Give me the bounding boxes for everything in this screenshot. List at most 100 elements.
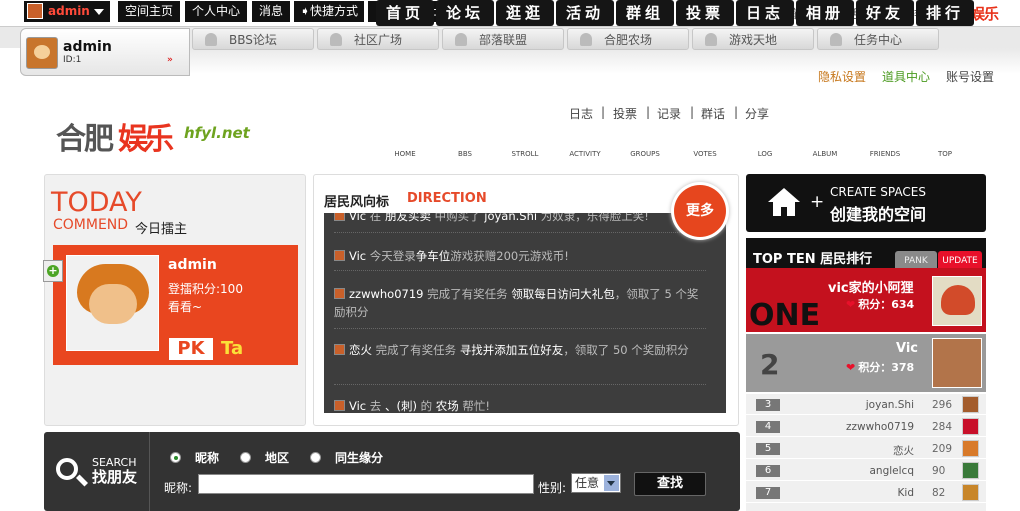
tab-farm[interactable]: 合肥农场 — [567, 28, 689, 50]
shortcuts-label: 快捷方式 — [310, 4, 359, 18]
feed-text: 今天登录 — [366, 249, 416, 263]
rank-second[interactable]: 2 Vic ❤ 积分：378 — [746, 334, 986, 392]
champion-avatar[interactable] — [66, 255, 159, 351]
tab-label: BBS论坛 — [229, 33, 277, 47]
nav-album[interactable]: 相册 — [796, 0, 854, 26]
props-center-link[interactable]: 道具中心 — [882, 68, 930, 85]
radio-fate[interactable]: 同生缘分 — [310, 449, 383, 466]
tab-bbs[interactable]: BBS论坛 — [192, 28, 314, 50]
feed-user[interactable]: Vic — [349, 213, 366, 223]
rank-second-name[interactable]: Vic — [896, 341, 918, 356]
user-box[interactable]: admin ID:1 » — [20, 28, 190, 76]
feed-user[interactable]: 恋火 — [349, 343, 372, 357]
rank-name[interactable]: 恋火 — [893, 443, 914, 458]
link-space-home[interactable]: 空间主页 — [118, 1, 180, 22]
rank-name[interactable]: zzwwho0719 — [846, 421, 914, 433]
pk-target-label: Ta — [221, 338, 244, 359]
table-row[interactable]: 5 恋火 209 — [746, 439, 986, 459]
gender-select[interactable]: 任意 — [571, 473, 621, 493]
create-space-button[interactable]: + CREATE SPACES 创建我的空间 — [746, 174, 986, 232]
sublink-group-talk[interactable]: 群话 — [701, 105, 725, 122]
sublink-log[interactable]: 日志 — [569, 105, 593, 122]
feed-user[interactable]: Vic — [349, 249, 366, 263]
tab-tribe-alliance[interactable]: 部落联盟 — [442, 28, 564, 50]
sublink-vote[interactable]: 投票 — [613, 105, 637, 122]
sublink-record[interactable]: 记录 — [657, 105, 681, 122]
person-icon — [830, 33, 842, 46]
nav-home[interactable]: 首页 — [376, 0, 434, 26]
user-name: admin — [63, 39, 112, 55]
tab-community-square[interactable]: 社区广场 — [317, 28, 439, 50]
nav-top[interactable]: 排行 — [916, 0, 974, 26]
more-button[interactable]: 更多 — [674, 185, 726, 237]
feed-link[interactable]: 朋友买卖 — [385, 213, 431, 223]
radio-nickname[interactable]: 昵称 — [170, 449, 219, 466]
feed-text: 完成了有奖任务 — [372, 343, 460, 357]
rank-second-avatar[interactable] — [932, 338, 982, 388]
nav-friends[interactable]: 好友 — [856, 0, 914, 26]
nav-activity[interactable]: 活动 — [556, 0, 614, 26]
user-menu[interactable]: admin — [24, 1, 110, 22]
feed-link[interactable]: 、(刺) — [385, 399, 417, 413]
champion-score: 登擂积分:100 — [168, 282, 243, 296]
feed-link[interactable]: 寻找并添加五位好友 — [460, 343, 564, 357]
rank-first-avatar[interactable] — [932, 276, 982, 326]
top-ten-title: TOP TEN 居民排行 — [753, 252, 873, 267]
feed-text: 中购买了 — [430, 213, 485, 223]
rank-second-score-text: 积分：378 — [858, 361, 915, 374]
feed-text: 为奴隶，乐得脸上笑! — [537, 213, 649, 223]
nav-bbs[interactable]: 论坛 — [436, 0, 494, 26]
rank-name[interactable]: Kid — [898, 487, 914, 499]
feed-link[interactable]: 争车位 — [416, 249, 451, 263]
tab-update[interactable]: UPDATE — [938, 251, 982, 269]
pk-button[interactable]: PK — [169, 338, 213, 360]
rank-first[interactable]: ONE vic家的小阿狸 ❤ 积分：634 — [746, 268, 986, 333]
table-row[interactable]: 7 Kid 82 — [746, 483, 986, 503]
link-shortcuts[interactable]: ➧快捷方式 — [294, 1, 364, 22]
rank-name[interactable]: joyan.Shi — [866, 399, 914, 411]
user-id: ID:1 — [63, 55, 82, 65]
rank-name[interactable]: anglelcq — [870, 465, 915, 477]
nav-stroll[interactable]: 逛逛 — [496, 0, 554, 26]
champion-name[interactable]: admin — [168, 257, 217, 273]
rank-first-name[interactable]: vic家的小阿狸 — [828, 277, 914, 296]
today-commend-panel: TODAY COMMEND 今日擂主 admin 登擂积分:100 看看~ PK… — [43, 174, 306, 426]
double-arrow-icon[interactable]: » — [167, 55, 173, 65]
avatar[interactable] — [26, 37, 58, 69]
feed-link[interactable]: 农场 — [436, 399, 459, 413]
radio-region[interactable]: 地区 — [240, 449, 289, 466]
nav-groups[interactable]: 群组 — [616, 0, 674, 26]
nickname-label: 昵称: — [164, 481, 193, 495]
nickname-input[interactable] — [198, 474, 534, 494]
feed-link[interactable]: joyan.Shi — [484, 213, 537, 223]
feed-link[interactable]: 领取每日访问大礼包 — [511, 287, 615, 301]
avatar[interactable] — [962, 462, 979, 479]
link-messages[interactable]: 消息 — [252, 1, 290, 22]
tab-tasks[interactable]: 任务中心 — [817, 28, 939, 50]
avatar[interactable] — [962, 484, 979, 501]
feed-user[interactable]: zzwwho0719 — [349, 287, 423, 301]
tab-rank[interactable]: PANK — [895, 251, 937, 269]
site-logo[interactable]: 合 肥 娱乐 hfyl.net — [56, 114, 256, 157]
avatar[interactable] — [962, 396, 979, 413]
sublink-share[interactable]: 分享 — [745, 105, 769, 122]
table-row[interactable]: 3 joyan.Shi 296 — [746, 395, 986, 415]
nav-votes[interactable]: 投票 — [676, 0, 734, 26]
find-button[interactable]: 查找 — [634, 472, 706, 496]
champion-look-link[interactable]: 看看~ — [168, 298, 202, 315]
rank-first-score-text: 积分：634 — [858, 298, 915, 311]
search-icon — [56, 458, 78, 480]
account-settings-link[interactable]: 账号设置 — [946, 68, 994, 85]
table-row[interactable]: 6 anglelcq 90 — [746, 461, 986, 481]
today-subtitle: 今日擂主 — [135, 222, 188, 237]
table-row[interactable]: 4 zzwwho0719 284 — [746, 417, 986, 437]
avatar[interactable] — [962, 418, 979, 435]
privacy-settings-link[interactable]: 隐私设置 — [818, 68, 866, 85]
nav-log[interactable]: 日志 — [736, 0, 794, 26]
link-personal-center[interactable]: 个人中心 — [185, 1, 247, 22]
avatar[interactable] — [962, 440, 979, 457]
feed-user[interactable]: Vic — [349, 399, 366, 413]
add-button[interactable]: + — [43, 260, 63, 282]
tab-games[interactable]: 游戏天地 — [692, 28, 814, 50]
feed-text: 游戏获赠200元游戏币! — [450, 249, 569, 263]
